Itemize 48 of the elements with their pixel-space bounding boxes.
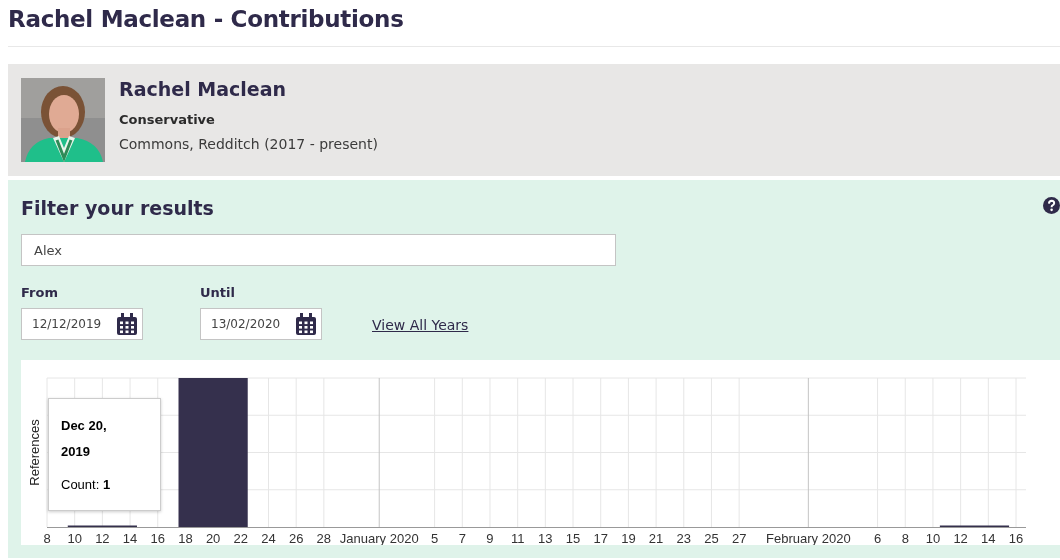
tooltip-date: Dec 20, 2019 xyxy=(61,417,108,461)
axis-tick-label: 28 xyxy=(316,531,332,545)
axis-tick-label: 10 xyxy=(925,531,941,545)
axis-tick-label: 9 xyxy=(486,531,494,545)
seat-text: Commons, Redditch (2017 - present) xyxy=(119,136,378,152)
axis-tick-label: 26 xyxy=(288,531,304,545)
axis-tick-label: 8 xyxy=(901,531,909,545)
axis-tick-label: 12 xyxy=(953,531,968,545)
page-title: Rachel Maclean - Contributions xyxy=(8,5,405,34)
calendar-icon[interactable] xyxy=(296,313,316,335)
axis-tick-label: 14 xyxy=(981,531,996,545)
axis-tick-label: 15 xyxy=(565,531,581,545)
member-name: Rachel Maclean xyxy=(119,78,287,100)
axis-tick-label: 14 xyxy=(122,531,138,545)
axis-tick-label: February 2020 xyxy=(766,531,851,545)
date-label: Until xyxy=(200,285,236,300)
axis-tick-label: 5 xyxy=(431,531,439,545)
axis-tick-label: 17 xyxy=(593,531,608,545)
axis-tick-label: 18 xyxy=(178,531,193,545)
axis-tick-label: 12 xyxy=(95,531,110,545)
axis-tick-label: January 2020 xyxy=(339,531,419,545)
axis-tick-label: 25 xyxy=(704,531,719,545)
date-field[interactable]: 13/02/2020 xyxy=(200,308,322,340)
axis-tick-label: 13 xyxy=(538,531,553,545)
axis-tick-label: 6 xyxy=(873,531,882,545)
axis-tick-label: 11 xyxy=(510,531,525,545)
view-all-years-link[interactable]: View All Years xyxy=(372,317,469,333)
search-field[interactable]: Alex xyxy=(21,234,616,266)
axis-tick-label: 19 xyxy=(621,531,636,545)
axis-tick-label: 16 xyxy=(1008,531,1024,545)
date-field[interactable]: 12/12/2019 xyxy=(21,308,143,340)
axis-tick-label: 8 xyxy=(43,531,51,545)
axis-tick-label: 10 xyxy=(67,531,82,545)
axis-tick-label: 7 xyxy=(458,531,466,545)
axis-tick-label: 22 xyxy=(233,531,249,545)
filter-heading: Filter your results xyxy=(21,197,214,219)
y-axis-title: References xyxy=(27,419,42,486)
axis-tick-label: 21 xyxy=(648,531,664,545)
tooltip-count: Count: 1 xyxy=(61,477,112,492)
axis-tick-label: 16 xyxy=(150,531,165,545)
calendar-icon[interactable] xyxy=(117,313,137,335)
date-label: From xyxy=(21,285,59,300)
help-icon[interactable] xyxy=(1043,197,1060,214)
axis-tick-label: 23 xyxy=(676,531,691,545)
axis-tick-label: 27 xyxy=(731,531,747,545)
party-name: Conservative xyxy=(119,112,216,127)
axis-tick-label: 20 xyxy=(205,531,221,545)
axis-tick-label: 24 xyxy=(261,531,276,545)
